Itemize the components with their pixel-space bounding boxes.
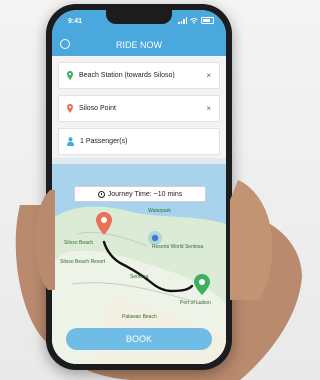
map-label-port-of-lisbon: Port of Lisbon [180, 300, 211, 306]
map-label-siloso-beach: Siloso Beach [64, 240, 94, 246]
dropoff-value: Siloso Point [79, 105, 116, 112]
phone-device: 9:41 RIDE NOW Beach Station (towards Sil… [46, 4, 232, 370]
pickup-pin-icon [67, 71, 73, 80]
ride-form: Beach Station (towards Siloso) × Siloso … [52, 56, 226, 158]
back-icon[interactable] [60, 39, 70, 49]
map-label-siloso-resort: Siloso Beach Resort [60, 259, 106, 265]
passenger-icon [67, 137, 74, 146]
map-label-palawan: Palawan Beach [122, 314, 157, 320]
app-header: RIDE NOW [52, 34, 226, 56]
map-label-sentosa: Sentosa [130, 274, 149, 280]
pickup-value: Beach Station (towards Siloso) [79, 72, 175, 79]
clock-icon [97, 190, 105, 198]
signal-icon [178, 17, 187, 24]
thumb-illustration [230, 180, 273, 300]
battery-icon [201, 17, 214, 24]
phone-screen: 9:41 RIDE NOW Beach Station (towards Sil… [52, 10, 226, 364]
map-label-waterpark: Waterpark [148, 208, 171, 214]
phone-notch [106, 10, 172, 24]
journey-time-badge: Journey Time: ~10 mins [74, 186, 206, 202]
pickup-field[interactable]: Beach Station (towards Siloso) × [58, 62, 220, 89]
status-icons [178, 17, 214, 24]
map-label-resorts-world: Resorts World Sentosa [152, 244, 204, 250]
status-time: 9:41 [68, 18, 83, 25]
clear-dropoff-icon[interactable]: × [206, 104, 211, 113]
clear-pickup-icon[interactable]: × [206, 71, 211, 80]
wifi-icon [190, 17, 198, 24]
passenger-field[interactable]: 1 Passenger(s) [58, 128, 220, 155]
dropoff-pin-icon [67, 104, 73, 113]
book-button[interactable]: BOOK [66, 328, 212, 350]
journey-time: Journey Time: ~10 mins [107, 190, 183, 198]
dropoff-field[interactable]: Siloso Point × [58, 95, 220, 122]
page-title: RIDE NOW [116, 40, 162, 50]
passenger-value: 1 Passenger(s) [80, 138, 128, 145]
